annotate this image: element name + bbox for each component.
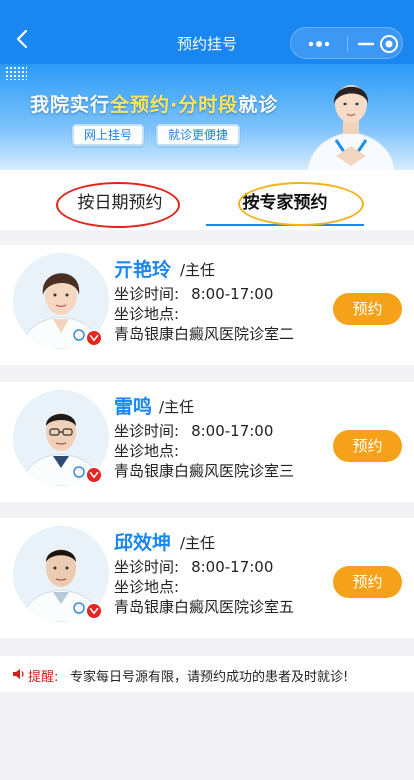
clinic-place-label: 坐诊地点: — [114, 442, 180, 460]
top-nav-bar: 预约挂号 — [0, 0, 414, 64]
mini-program-capsule — [290, 27, 403, 59]
doctor-title: /主任 — [159, 398, 195, 416]
doctor-card[interactable]: 邱效坤 /主任 坐诊时间: 8:00-17:00 坐诊地点: 青岛银康白癜风医院诊… — [0, 518, 414, 638]
doctor-card[interactable]: 雷鸣 /主任 坐诊时间: 8:00-17:00 坐诊地点: 青岛银康白癜风医院诊室… — [0, 382, 414, 502]
doctor-card[interactable]: 亓艳玲 /主任 坐诊时间: 8:00-17:00 坐诊地点: 青岛银康白癜风医院诊… — [0, 245, 414, 365]
clinic-place: 青岛银康白癜风医院诊室二 — [114, 325, 295, 343]
clinic-place-label: 坐诊地点: — [114, 305, 180, 323]
notice-text: 专家每日号源有限，请预约成功的患者及时就诊! — [70, 670, 349, 685]
doctor-name[interactable]: 雷鸣 — [114, 392, 152, 419]
notice-bar: 提醒: 专家每日号源有限，请预约成功的患者及时就诊! — [0, 656, 414, 692]
yellow-annotation-circle — [238, 182, 364, 226]
minus-icon[interactable] — [357, 36, 377, 52]
doctor-name[interactable]: 邱效坤 — [114, 528, 171, 555]
clinic-time: 坐诊时间: 8:00-17:00 — [114, 558, 274, 576]
more-dots-icon[interactable] — [301, 36, 337, 52]
clinic-time: 坐诊时间: 8:00-17:00 — [114, 422, 274, 440]
clinic-place: 青岛银康白癜风医院诊室三 — [114, 462, 295, 480]
banner-dots-decoration — [5, 66, 27, 80]
clinic-place: 青岛银康白癜风医院诊室五 — [114, 598, 295, 616]
verified-badge-icon — [85, 329, 103, 347]
target-close-icon[interactable] — [377, 32, 401, 56]
promo-banner[interactable]: 我院实行全预约·分时段就诊 网上挂号 就诊更便捷 — [0, 64, 414, 170]
verified-badge-icon — [85, 602, 103, 620]
nurse-illustration — [306, 85, 396, 170]
notice-label: 提醒: — [28, 670, 59, 685]
book-button[interactable]: 预约 — [333, 430, 402, 462]
banner-pill-convenient: 就诊更便捷 — [156, 124, 241, 146]
book-button[interactable]: 预约 — [333, 566, 402, 598]
banner-headline: 我院实行全预约·分时段就诊 — [30, 94, 279, 116]
speaker-icon — [13, 669, 24, 679]
red-annotation-circle — [56, 182, 180, 228]
clinic-place-label: 坐诊地点: — [114, 578, 180, 596]
book-button[interactable]: 预约 — [333, 293, 402, 325]
capsule-divider — [347, 36, 348, 52]
doctor-title: /主任 — [180, 261, 216, 279]
doctor-name[interactable]: 亓艳玲 — [114, 255, 171, 282]
banner-pill-online: 网上挂号 — [72, 124, 145, 146]
verified-badge-icon — [85, 466, 103, 484]
clinic-time: 坐诊时间: 8:00-17:00 — [114, 285, 274, 303]
doctor-title: /主任 — [180, 534, 216, 552]
